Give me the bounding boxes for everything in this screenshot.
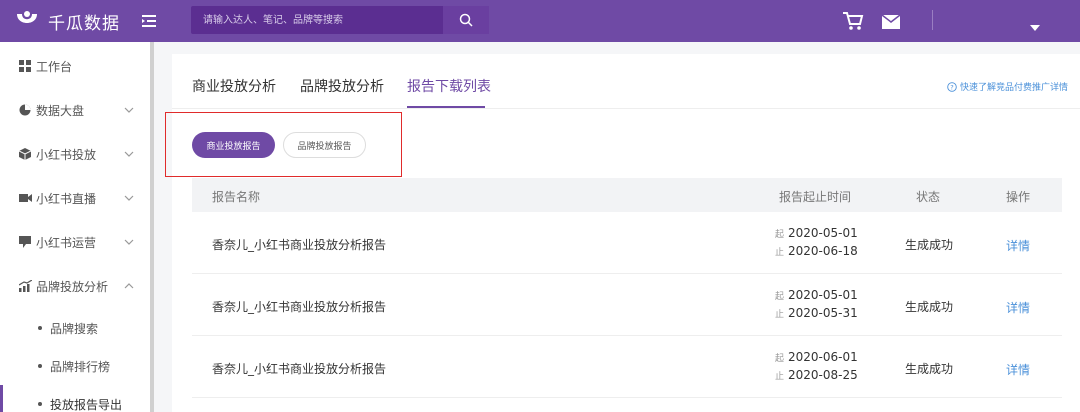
end-date: 止 2020-08-25 <box>775 368 858 382</box>
sidebar-subitem-label: 品牌排行榜 <box>50 359 111 374</box>
sidebar-item-label: 小红书直播 <box>36 191 97 206</box>
chevron-down-icon <box>124 195 134 201</box>
sidebar-subitem-label: 投放报告导出 <box>50 397 123 412</box>
top-bar: 千瓜数据 <box>0 0 1080 42</box>
chevron-down-icon <box>124 107 134 113</box>
trend-chart-icon <box>18 279 32 293</box>
logo[interactable]: 千瓜数据 <box>14 8 120 34</box>
sidebar-item-label: 小红书运营 <box>36 235 97 250</box>
bullet-dot <box>38 402 42 406</box>
column-header-status: 状态 <box>916 190 941 204</box>
chevron-down-icon <box>124 151 134 157</box>
sidebar-item-workbench[interactable]: 工作台 <box>0 44 150 88</box>
column-header-period: 报告起止时间 <box>779 190 852 204</box>
details-link[interactable]: 详情 <box>1006 361 1030 378</box>
tab-brand-analysis[interactable]: 品牌投放分析 <box>300 76 384 96</box>
bullet-dot <box>38 364 42 368</box>
help-link-label: 快速了解竞品付费推广详情 <box>960 83 1069 93</box>
table-row: 香奈儿_小红书商业投放分析报告 起 2020-06-01 止 2020-08-25 … <box>192 336 1062 398</box>
status-text: 生成成功 <box>905 362 954 376</box>
report-name: 香奈儿_小红书商业投放分析报告 <box>212 300 387 314</box>
commercial-report-filter-button[interactable]: 商业投放报告 <box>192 132 275 158</box>
sidebar-subitem-brand-search[interactable]: 品牌搜索 <box>0 309 150 347</box>
sidebar-item-label: 工作台 <box>36 59 73 74</box>
end-date: 止 2020-05-31 <box>775 306 858 320</box>
question-icon: ? <box>947 81 957 92</box>
status-text: 生成成功 <box>905 300 954 314</box>
report-name: 香奈儿_小红书商业投放分析报告 <box>212 238 387 252</box>
logo-icon <box>17 11 37 23</box>
sidebar-item-xhs-ads[interactable]: 小红书投放 <box>0 132 150 176</box>
chat-icon <box>18 235 32 249</box>
grid-icon <box>18 59 32 73</box>
search-button[interactable] <box>443 6 489 34</box>
sidebar-item-xhs-live[interactable]: 小红书直播 <box>0 176 150 220</box>
chevron-down-icon <box>124 239 134 245</box>
tab-commercial-analysis[interactable]: 商业投放分析 <box>192 76 276 96</box>
sidebar-scrollbar[interactable] <box>150 42 154 412</box>
search-input[interactable] <box>191 6 441 34</box>
sidebar-item-label: 品牌投放分析 <box>36 279 109 294</box>
sidebar-item-label: 小红书投放 <box>36 147 97 162</box>
cart-icon[interactable] <box>842 11 864 35</box>
table-row: 香奈儿_小红书商业投放分析报告 起 2020-05-01 止 2020-06-18 … <box>192 212 1062 274</box>
sidebar-item-xhs-ops[interactable]: 小红书运营 <box>0 220 150 264</box>
start-date: 起 2020-05-01 <box>775 288 858 302</box>
chevron-up-icon <box>124 283 134 289</box>
search-icon <box>459 13 473 27</box>
start-date: 起 2020-06-01 <box>775 350 858 364</box>
sidebar: 工作台 数据大盘 小红书投放 小红书直播 小红书运营 品牌投放分析 品牌搜索 品… <box>0 42 152 412</box>
sidebar-item-dashboard[interactable]: 数据大盘 <box>0 88 150 132</box>
top-divider <box>932 10 933 30</box>
report-name: 香奈儿_小红书商业投放分析报告 <box>212 362 387 376</box>
tab-report-downloads[interactable]: 报告下载列表 <box>407 76 491 96</box>
sidebar-item-brand-analysis[interactable]: 品牌投放分析 <box>0 264 150 308</box>
brand-report-filter-button[interactable]: 品牌投放报告 <box>283 132 366 158</box>
table-row: 香奈儿_小红书商业投放分析报告 起 2020-05-01 止 2020-05-31 … <box>192 274 1062 336</box>
bullet-dot <box>38 326 42 330</box>
brand-name: 千瓜数据 <box>48 13 120 34</box>
sidebar-item-label: 数据大盘 <box>36 103 85 118</box>
sidebar-subitem-report-export[interactable]: 投放报告导出 <box>0 385 150 412</box>
details-link[interactable]: 详情 <box>1006 299 1030 316</box>
mail-icon[interactable] <box>881 14 901 33</box>
caret-down-icon[interactable] <box>1030 16 1040 35</box>
menu-toggle-icon[interactable] <box>140 12 158 30</box>
tabs-divider <box>172 108 1080 109</box>
main-panel: 商业投放分析 品牌投放分析 报告下载列表 ? 快速了解竞品付费推广详情 商业投放… <box>165 54 1080 412</box>
pie-chart-icon <box>18 103 32 117</box>
table-header: 报告名称 报告起止时间 状态 操作 <box>192 178 1062 212</box>
status-text: 生成成功 <box>905 238 954 252</box>
details-link[interactable]: 详情 <box>1006 237 1030 254</box>
help-link[interactable]: ? 快速了解竞品付费推广详情 <box>947 80 1068 93</box>
column-header-name: 报告名称 <box>212 190 261 204</box>
sidebar-subitem-brand-ranking[interactable]: 品牌排行榜 <box>0 347 150 385</box>
svg-text:?: ? <box>950 83 953 91</box>
start-date: 起 2020-05-01 <box>775 226 858 240</box>
column-header-action: 操作 <box>1006 190 1031 204</box>
cube-icon <box>18 147 32 161</box>
search-bar <box>191 6 489 34</box>
sidebar-subitem-label: 品牌搜索 <box>50 321 99 336</box>
end-date: 止 2020-06-18 <box>775 244 858 258</box>
video-camera-icon <box>18 191 32 205</box>
active-indicator <box>0 385 3 412</box>
